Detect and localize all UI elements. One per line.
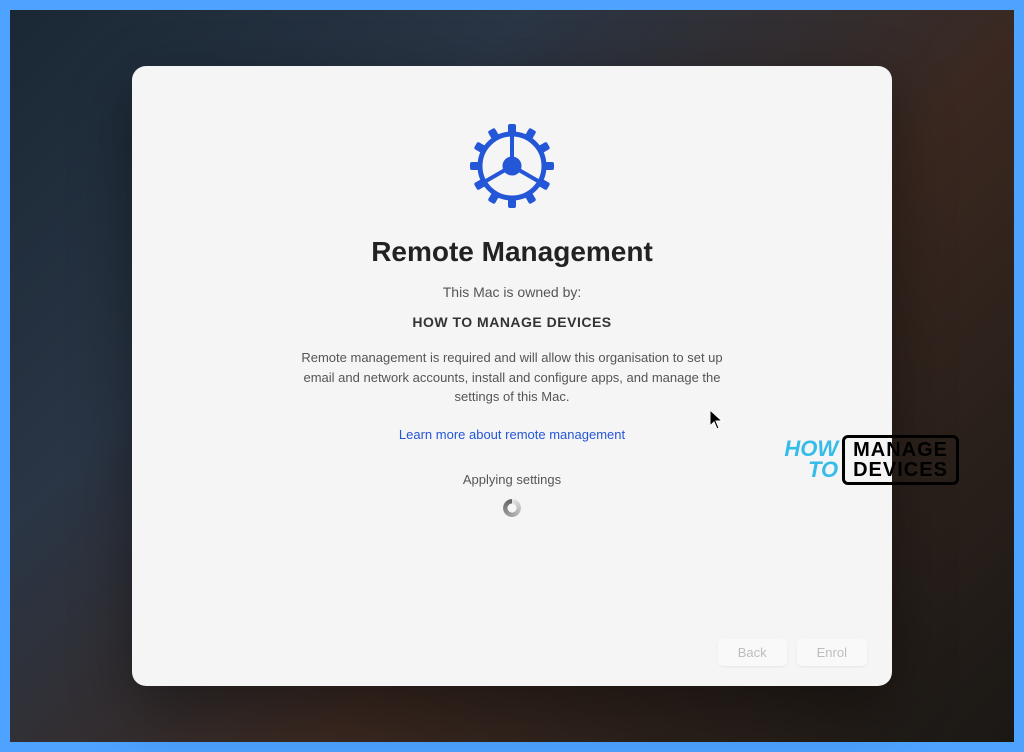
- watermark-box: MANAGE DEVICES: [842, 435, 959, 485]
- desktop-background: Remote Management This Mac is owned by: …: [10, 10, 1014, 742]
- watermark-logo: HOW TO MANAGE DEVICES: [784, 435, 959, 485]
- enrol-button[interactable]: Enrol: [797, 639, 867, 666]
- learn-more-link[interactable]: Learn more about remote management: [399, 427, 625, 442]
- spinner-icon: [503, 499, 521, 517]
- remote-management-dialog: Remote Management This Mac is owned by: …: [132, 66, 892, 686]
- gear-icon: [462, 116, 562, 216]
- watermark-how-to: HOW TO: [784, 439, 838, 481]
- owned-by-label: This Mac is owned by:: [443, 284, 582, 300]
- back-button[interactable]: Back: [718, 639, 787, 666]
- status-text: Applying settings: [463, 472, 561, 487]
- description-text: Remote management is required and will a…: [287, 348, 737, 407]
- dialog-title: Remote Management: [371, 236, 653, 268]
- owner-name: HOW TO MANAGE DEVICES: [412, 314, 611, 330]
- button-bar: Back Enrol: [718, 639, 867, 666]
